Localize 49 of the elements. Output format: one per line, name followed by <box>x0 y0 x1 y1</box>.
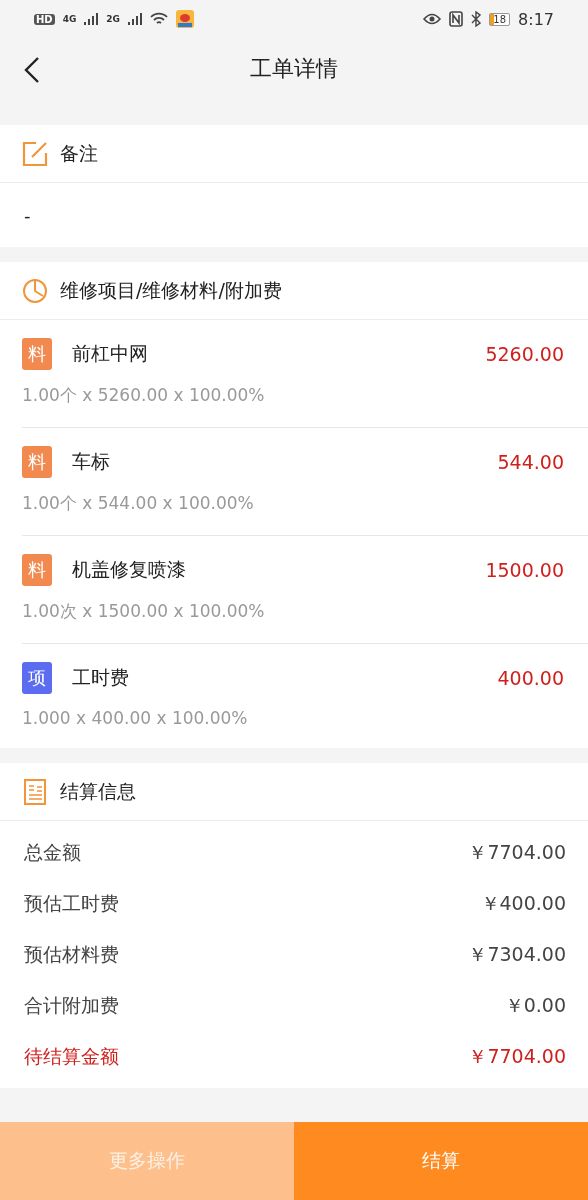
hd-indicator: HD <box>34 13 55 25</box>
item-detail: 1.00个 x 5260.00 x 100.00% <box>22 384 266 407</box>
item-type-badge: 料 <box>22 554 52 586</box>
settle-button[interactable]: 结算 <box>294 1122 588 1200</box>
edit-icon <box>22 140 48 167</box>
item-name: 车标 <box>72 449 111 474</box>
bluetooth-icon <box>471 11 482 27</box>
signal-icon <box>128 13 142 25</box>
eye-icon <box>423 13 442 25</box>
summary-value: ￥400.00 <box>480 890 566 916</box>
item-detail: 1.00个 x 544.00 x 100.00% <box>22 492 255 515</box>
item-type-badge: 料 <box>22 338 52 370</box>
summary-value: ￥7304.00 <box>468 941 566 967</box>
app-notification-icon <box>176 10 194 28</box>
section-title: 备注 <box>60 140 98 166</box>
network-type: 4G <box>62 14 77 24</box>
wifi-icon <box>150 12 168 26</box>
signal-icon <box>84 13 99 25</box>
summary-value: ￥7704.00 <box>468 839 566 865</box>
item-amount: 1500.00 <box>485 559 564 581</box>
battery-indicator: 18 <box>489 12 511 26</box>
item-amount: 5260.00 <box>485 343 564 365</box>
item-type-badge: 项 <box>22 662 52 694</box>
item-detail: 1.00次 x 1500.00 x 100.00% <box>22 600 266 623</box>
clock: 8:17 <box>518 9 554 29</box>
summary-label: 预估工时费 <box>24 890 119 916</box>
pie-chart-icon <box>22 277 48 304</box>
bill-icon <box>22 778 48 805</box>
item-name: 机盖修复喷漆 <box>72 557 187 582</box>
remark-text: - <box>24 204 31 226</box>
nfc-icon <box>449 11 464 27</box>
page-title: 工单详情 <box>250 55 338 83</box>
section-title: 维修项目/维修材料/附加费 <box>60 277 282 303</box>
section-title: 结算信息 <box>60 778 136 804</box>
network-type: 2G <box>106 14 120 24</box>
summary-value: ￥7704.00 <box>468 1043 566 1069</box>
summary-value: ￥0.00 <box>504 992 566 1018</box>
summary-label: 待结算金额 <box>24 1043 119 1069</box>
summary-label: 预估材料费 <box>24 941 119 967</box>
item-amount: 400.00 <box>497 667 564 689</box>
more-actions-button[interactable]: 更多操作 <box>0 1122 294 1200</box>
item-detail: 1.000 x 400.00 x 100.00% <box>22 708 249 728</box>
item-type-badge: 料 <box>22 446 52 478</box>
item-name: 工时费 <box>72 665 130 690</box>
back-icon[interactable] <box>22 56 42 84</box>
summary-label: 总金额 <box>24 839 81 865</box>
summary-label: 合计附加费 <box>24 992 119 1018</box>
item-amount: 544.00 <box>497 451 564 473</box>
item-name: 前杠中网 <box>72 341 149 366</box>
